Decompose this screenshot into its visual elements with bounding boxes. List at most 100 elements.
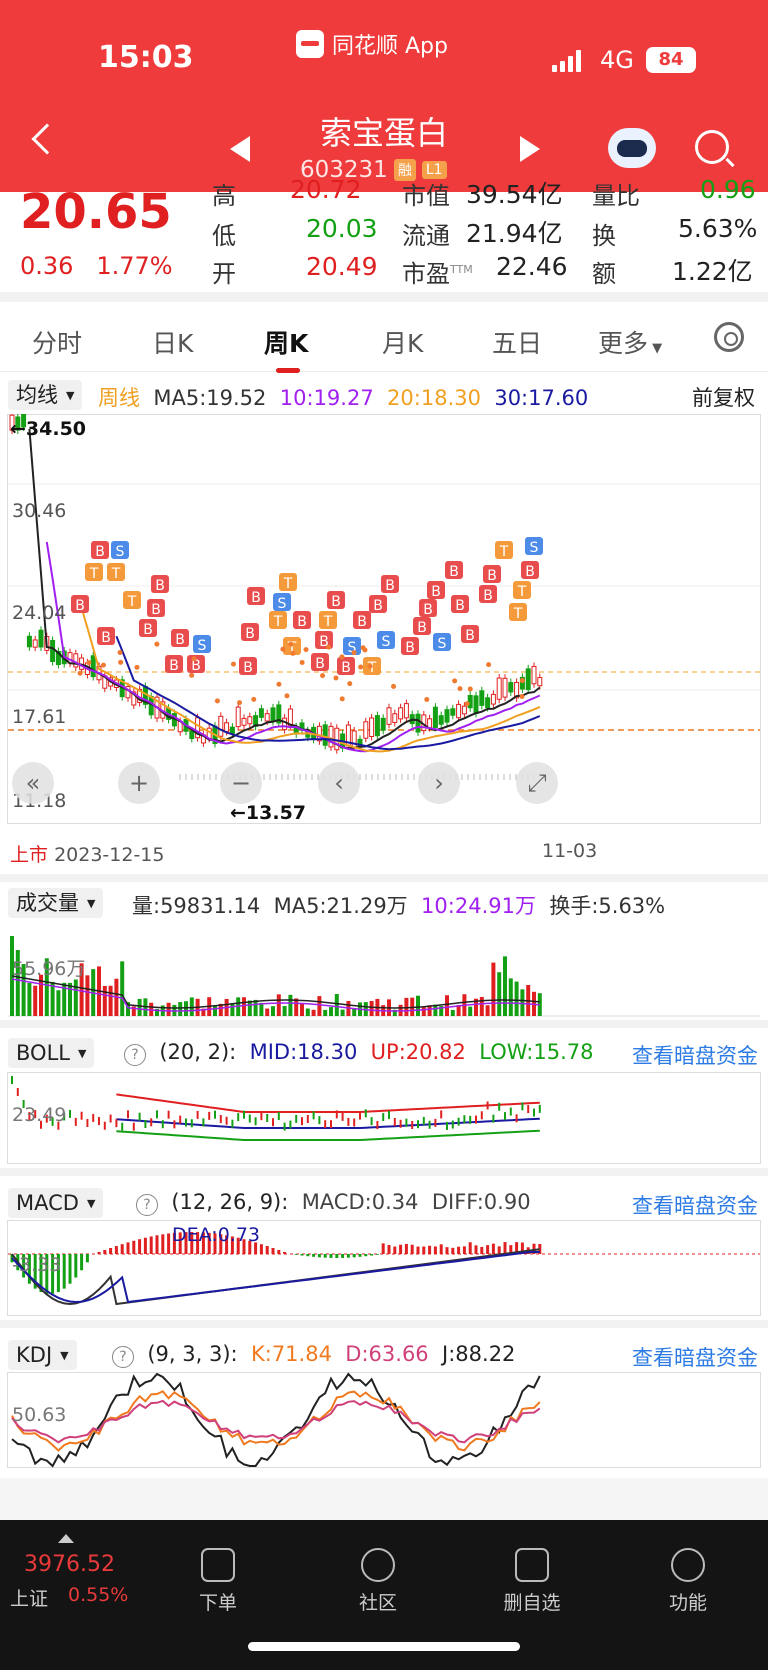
macd-legend: ? (12, 26, 9): MACD:0.34 DIFF:0.90 — [136, 1190, 531, 1216]
remove-watchlist-icon — [515, 1548, 549, 1582]
macd-bar — [103, 1249, 107, 1254]
kdj-dropdown[interactable]: KDJ — [8, 1340, 77, 1370]
signal-marker-label: B — [75, 598, 85, 614]
tab-monthly-k[interactable]: 月K — [382, 324, 423, 360]
boll-dropdown[interactable]: BOLL — [8, 1038, 95, 1068]
volume-bar — [166, 1002, 171, 1016]
kdj-axis-label: 50.63 — [12, 1404, 67, 1426]
volume-bar — [340, 1009, 345, 1016]
help-icon[interactable]: ? — [124, 1044, 146, 1066]
index-value[interactable]: 3976.52 — [24, 1552, 115, 1577]
macd-bar — [410, 1244, 414, 1254]
dark-pool-link[interactable]: 查看暗盘资金 — [632, 1190, 758, 1220]
scroll-left-fast-icon[interactable]: « — [12, 762, 54, 804]
signal-marker-label: T — [127, 594, 137, 610]
tab-more[interactable]: 更多 ▼ — [598, 324, 662, 360]
nav-community-label: 社区 — [358, 1592, 397, 1614]
zoom-out-icon[interactable]: − — [220, 762, 262, 804]
dark-pool-link[interactable]: 查看暗盘资金 — [632, 1342, 758, 1372]
quote-panel: 20.65 0.36 1.77% 高 20.72 市值 39.54亿 量比 0.… — [0, 175, 768, 292]
mktcap-label: 市值 — [402, 182, 450, 210]
tab-daily-k[interactable]: 日K — [152, 324, 193, 360]
signal-marker-label: B — [315, 656, 325, 672]
ma5-value: MA5:19.52 — [153, 386, 267, 410]
volume-dropdown[interactable]: 成交量 — [8, 888, 104, 918]
tab-weekly-k[interactable]: 周K — [264, 324, 308, 360]
candle-body — [438, 715, 444, 725]
signal-dot — [367, 663, 373, 669]
dark-pool-link[interactable]: 查看暗盘资金 — [632, 1040, 758, 1070]
next-stock-icon[interactable] — [520, 136, 540, 162]
adjust-mode[interactable]: 前复权 — [692, 382, 755, 412]
scroll-left-icon[interactable]: ‹ — [318, 762, 360, 804]
kdj-chart[interactable] — [0, 1370, 768, 1470]
signal-dot — [467, 686, 473, 692]
macd-params: (12, 26, 9): — [171, 1190, 289, 1214]
volume-bar — [317, 996, 322, 1016]
volume-bar — [485, 1005, 490, 1016]
price-change: 0.36 1.77% — [20, 252, 173, 280]
candle-body — [427, 718, 433, 729]
expand-icon[interactable] — [58, 1534, 74, 1543]
spacer — [0, 1478, 768, 1520]
help-icon[interactable]: ? — [112, 1346, 134, 1368]
macd-bar — [352, 1254, 356, 1258]
volume-ma10-line — [11, 978, 540, 1012]
divider — [0, 1320, 768, 1328]
volume-bar — [276, 994, 281, 1016]
scroll-right-icon[interactable]: › — [418, 762, 460, 804]
volume-turnover: 换手:5.63% — [549, 894, 666, 918]
macd-dropdown[interactable]: MACD — [8, 1188, 104, 1218]
volume-bar — [416, 995, 420, 1016]
candle-body — [218, 715, 224, 737]
volume-bar — [282, 1006, 287, 1016]
help-icon[interactable]: ? — [136, 1194, 158, 1216]
y-tick-1: 30.46 — [12, 500, 67, 522]
pe-label-text: 市盈 — [402, 260, 450, 288]
ma-dropdown[interactable]: 均线 — [8, 380, 83, 410]
nav-remove-watchlist[interactable]: 删自选 — [482, 1530, 582, 1615]
candle-body — [270, 707, 276, 723]
current-price: 20.65 — [20, 184, 172, 240]
fullscreen-icon[interactable]: ⤢ — [516, 762, 558, 804]
nav-functions[interactable]: 功能 — [638, 1530, 738, 1615]
candle-body — [508, 682, 514, 693]
search-icon[interactable] — [695, 130, 729, 164]
app-name: 同花顺 App — [296, 28, 448, 60]
volume-bar — [288, 994, 293, 1016]
settings-icon[interactable] — [714, 322, 744, 352]
signal-dot — [320, 673, 326, 679]
nav-community[interactable]: 社区 — [328, 1530, 428, 1615]
candle-body — [258, 708, 264, 718]
volume-chart[interactable] — [0, 918, 768, 1018]
robot-assistant-icon[interactable] — [608, 128, 656, 168]
macd-bar — [132, 1240, 136, 1254]
macd-chart[interactable] — [0, 1218, 768, 1318]
low-marker: ←13.57 — [230, 802, 307, 824]
candle-body — [90, 655, 96, 678]
volume-bar — [68, 982, 72, 1016]
volume-ma10: 10:24.91万 — [421, 894, 536, 918]
signal-dot — [251, 696, 257, 702]
macd-bar — [491, 1243, 495, 1254]
signal-marker-label: S — [530, 540, 539, 556]
nav-order[interactable]: 下单 — [168, 1530, 268, 1615]
zoom-in-icon[interactable]: + — [118, 762, 160, 804]
signal-dot — [347, 681, 353, 687]
tab-five-day[interactable]: 五日 — [492, 324, 542, 360]
signal-dot — [351, 650, 357, 656]
macd-bar — [433, 1246, 437, 1254]
tab-intraday[interactable]: 分时 — [32, 324, 82, 360]
signal-dot — [191, 656, 197, 662]
macd-bar — [393, 1246, 397, 1254]
macd-bar — [277, 1249, 281, 1254]
signal-dot — [486, 662, 492, 668]
y-tick-3: 17.61 — [12, 706, 67, 728]
period-tabs: 分时 日K 周K 月K 五日 更多 ▼ — [0, 302, 768, 373]
macd-bar — [503, 1242, 507, 1254]
kline-chart[interactable]: B ST TB TBBBB B SBTB SBT BTBTB SBSBBBBBBSBBBBBT S… — [0, 414, 768, 834]
boll-chart[interactable] — [0, 1070, 768, 1166]
candle-body — [32, 639, 38, 648]
candle-body — [398, 707, 404, 720]
signal-marker-label: B — [341, 660, 351, 676]
